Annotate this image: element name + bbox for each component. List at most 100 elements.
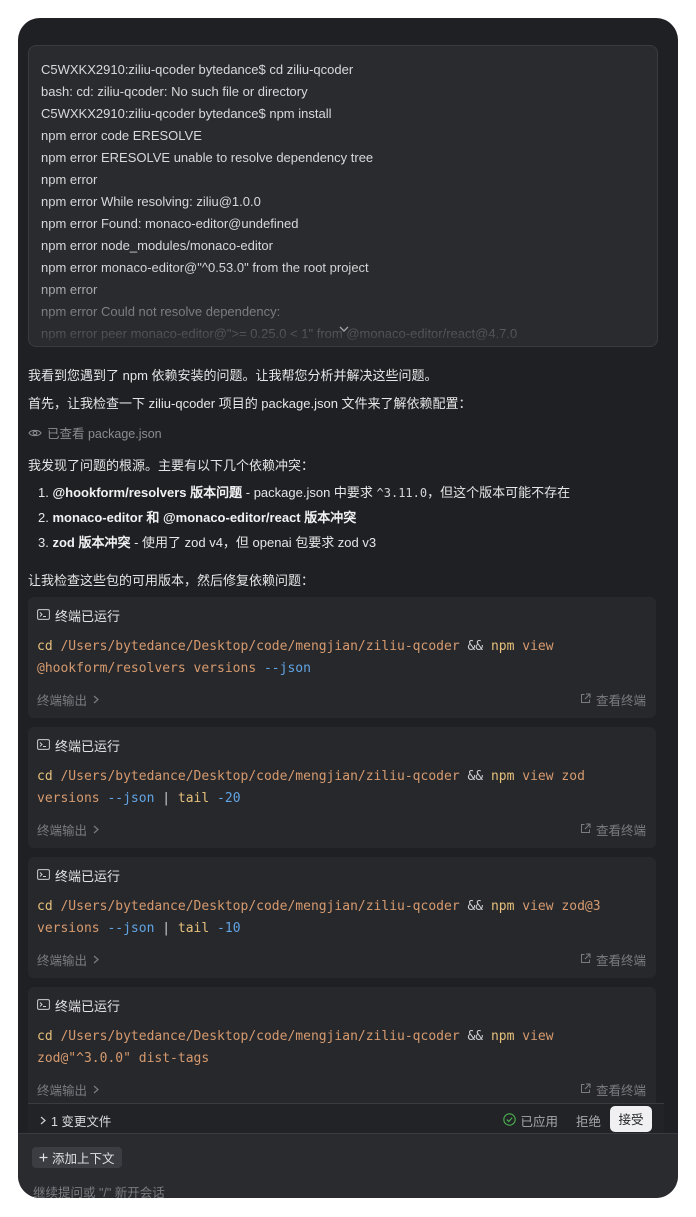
terminal-header: 终端已运行 bbox=[37, 736, 120, 755]
terminal-output-toggle[interactable]: 终端输出 bbox=[37, 690, 99, 709]
command-token: --json bbox=[263, 661, 311, 676]
external-link-icon bbox=[580, 693, 591, 707]
view-terminal-link[interactable]: 查看终端 bbox=[580, 950, 646, 969]
command-token: cd bbox=[37, 1029, 53, 1044]
list-item: 3. zod 版本冲突 - 使用了 zod v4，但 openai 包要求 zo… bbox=[38, 530, 570, 555]
command-token: npm bbox=[490, 1029, 515, 1044]
command-token: && bbox=[459, 1029, 491, 1044]
changes-bar: 1 变更文件 已应用 拒绝 接受 bbox=[28, 1103, 664, 1134]
changed-files-label: 1 变更文件 bbox=[51, 1115, 112, 1129]
terminal-title: 终端已运行 bbox=[55, 609, 121, 624]
terminal-output-label: 终端输出 bbox=[37, 694, 88, 708]
reject-button[interactable]: 拒绝 bbox=[576, 1111, 601, 1130]
terminal-card: 终端已运行 cd /Users/bytedance/Desktop/code/m… bbox=[28, 987, 656, 1108]
command-token: /Users/bytedance/Desktop/code/mengjian/z… bbox=[60, 1029, 460, 1044]
terminal-output-label: 终端输出 bbox=[37, 954, 88, 968]
issue-desc: ，但这个版本可能不存在 bbox=[427, 485, 571, 500]
command-token: npm bbox=[490, 769, 515, 784]
chevron-down-icon[interactable] bbox=[339, 324, 349, 336]
command-token: cd bbox=[37, 899, 53, 914]
terminal-title: 终端已运行 bbox=[55, 999, 121, 1014]
view-terminal-link[interactable]: 查看终端 bbox=[580, 820, 646, 839]
chevron-right-icon bbox=[40, 1114, 46, 1128]
command-token: && bbox=[459, 899, 491, 914]
terminal-icon bbox=[37, 868, 50, 883]
command-token: && bbox=[459, 639, 491, 654]
terminal-icon bbox=[37, 608, 50, 623]
command-token: versions bbox=[37, 921, 108, 936]
command-token: cd bbox=[37, 769, 53, 784]
message-line: C5WXKX2910:ziliu-qcoder bytedance$ npm i… bbox=[41, 106, 332, 121]
command-token: | bbox=[154, 921, 178, 936]
viewed-file-label: 已查看 package.json bbox=[47, 427, 162, 441]
command-token: && bbox=[459, 769, 491, 784]
terminal-title: 终端已运行 bbox=[55, 739, 121, 754]
message-line: npm error While resolving: ziliu@1.0.0 bbox=[41, 194, 261, 209]
list-item: 2. monaco-editor 和 @monaco-editor/react … bbox=[38, 505, 570, 530]
command-token: -20 bbox=[217, 791, 241, 806]
external-link-icon bbox=[580, 823, 591, 837]
terminal-output-label: 终端输出 bbox=[37, 1084, 88, 1098]
command-token: view bbox=[514, 1029, 554, 1044]
applied-label: 已应用 bbox=[520, 1115, 558, 1129]
message-line: npm error Found: monaco-editor@undefined bbox=[41, 216, 299, 231]
add-context-button[interactable]: 添加上下文 bbox=[32, 1147, 122, 1168]
command-token: view zod@3 bbox=[514, 899, 601, 914]
terminal-command: cd /Users/bytedance/Desktop/code/mengjia… bbox=[37, 896, 601, 940]
command-token: --json bbox=[107, 921, 155, 936]
message-line: npm error code ERESOLVE bbox=[41, 128, 202, 143]
view-terminal-link[interactable]: 查看终端 bbox=[580, 1080, 646, 1099]
terminal-output-label: 终端输出 bbox=[37, 824, 88, 838]
chat-input[interactable]: 继续提问或 "/" 新开会话 bbox=[33, 1182, 165, 1198]
command-token: cd bbox=[37, 639, 53, 654]
add-context-label: 添加上下文 bbox=[52, 1152, 115, 1166]
command-token: -10 bbox=[217, 921, 241, 936]
chevron-right-icon bbox=[93, 1083, 99, 1097]
command-token bbox=[209, 791, 217, 806]
terminal-icon bbox=[37, 998, 50, 1013]
list-number: 2. bbox=[38, 510, 49, 525]
message-line: npm error ERESOLVE unable to resolve dep… bbox=[41, 150, 374, 165]
chevron-right-icon bbox=[93, 693, 99, 707]
terminal-command: cd /Users/bytedance/Desktop/code/mengjia… bbox=[37, 1026, 554, 1070]
accept-button[interactable]: 接受 bbox=[610, 1106, 652, 1132]
command-line: @hookform/resolvers versions --json bbox=[37, 658, 554, 680]
chevron-right-icon bbox=[93, 823, 99, 837]
command-token: | bbox=[154, 791, 178, 806]
user-message[interactable]: C5WXKX2910:ziliu-qcoder bytedance$ cd zi… bbox=[28, 45, 658, 347]
command-token: tail bbox=[177, 791, 210, 806]
view-terminal-link[interactable]: 查看终端 bbox=[580, 690, 646, 709]
list-number: 3. bbox=[38, 535, 49, 550]
command-line: versions --json | tail -10 bbox=[37, 918, 601, 940]
changed-files-toggle[interactable]: 1 变更文件 bbox=[40, 1111, 111, 1130]
eye-icon bbox=[28, 428, 42, 438]
command-line: cd /Users/bytedance/Desktop/code/mengjia… bbox=[37, 1026, 554, 1048]
issue-title: @hookform/resolvers 版本问题 bbox=[52, 485, 243, 500]
list-number: 1. bbox=[38, 485, 49, 500]
terminal-output-toggle[interactable]: 终端输出 bbox=[37, 1080, 99, 1099]
applied-status: 已应用 bbox=[503, 1111, 558, 1130]
issue-list: 1. @hookform/resolvers 版本问题 - package.js… bbox=[38, 480, 570, 555]
list-item: 1. @hookform/resolvers 版本问题 - package.js… bbox=[38, 480, 570, 505]
command-token: /Users/bytedance/Desktop/code/mengjian/z… bbox=[60, 899, 460, 914]
terminal-output-toggle[interactable]: 终端输出 bbox=[37, 820, 99, 839]
command-line: cd /Users/bytedance/Desktop/code/mengjia… bbox=[37, 896, 601, 918]
plus-icon bbox=[39, 1151, 48, 1165]
command-token: tail bbox=[177, 921, 210, 936]
terminal-command: cd /Users/bytedance/Desktop/code/mengjia… bbox=[37, 636, 554, 680]
viewed-file-link[interactable]: 已查看 package.json bbox=[28, 423, 162, 442]
command-token: view zod bbox=[514, 769, 585, 784]
terminal-command: cd /Users/bytedance/Desktop/code/mengjia… bbox=[37, 766, 585, 810]
command-token: versions bbox=[37, 791, 108, 806]
view-terminal-label: 查看终端 bbox=[595, 824, 646, 838]
view-terminal-label: 查看终端 bbox=[595, 694, 646, 708]
issue-title: zod 版本冲突 bbox=[52, 535, 131, 550]
command-token bbox=[209, 921, 217, 936]
terminal-header: 终端已运行 bbox=[37, 606, 120, 625]
issue-desc: - 使用了 zod v4，但 openai 包要求 zod v3 bbox=[130, 535, 377, 550]
message-line: npm error node_modules/monaco-editor bbox=[41, 238, 273, 253]
terminal-card: 终端已运行 cd /Users/bytedance/Desktop/code/m… bbox=[28, 597, 656, 718]
command-token: @hookform/resolvers versions bbox=[37, 661, 264, 676]
terminal-icon bbox=[37, 738, 50, 753]
terminal-output-toggle[interactable]: 终端输出 bbox=[37, 950, 99, 969]
